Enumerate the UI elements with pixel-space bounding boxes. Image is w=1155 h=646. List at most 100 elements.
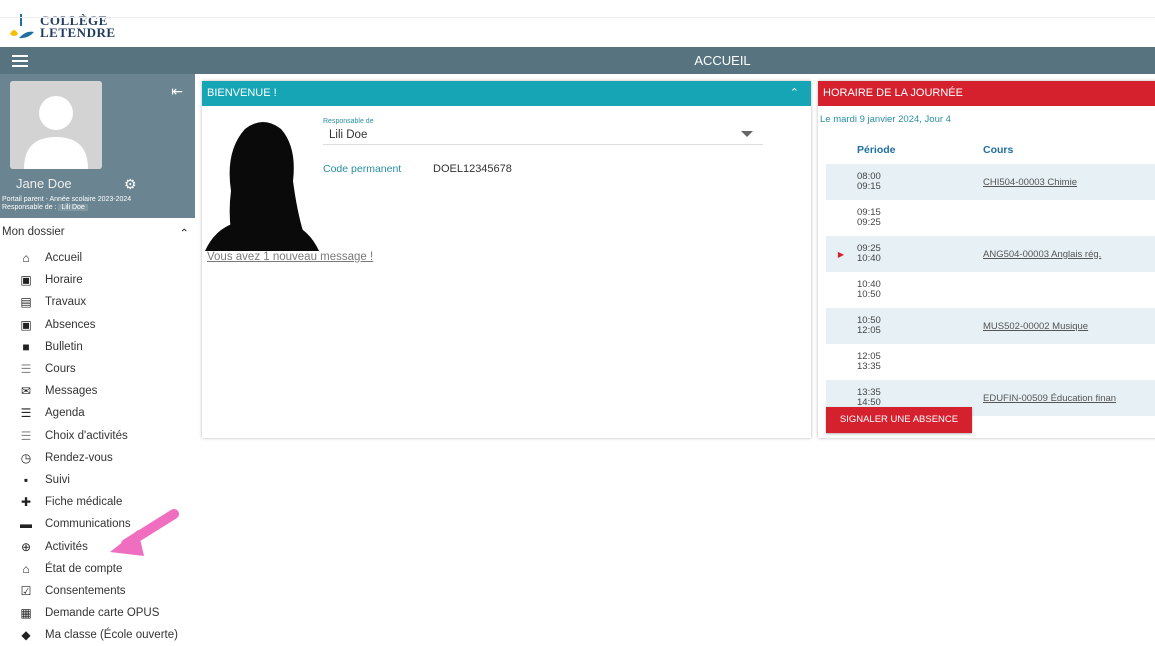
welcome-panel: BIENVENUE ! ⌃ Vous avez 1 nouveau messag…	[202, 81, 811, 438]
schedule-row: 09:15 09:25	[826, 200, 1155, 236]
sidebar-item-label: Demande carte OPUS	[45, 607, 160, 620]
sidebar-item-consentements[interactable]: ☑ Consentements	[0, 580, 195, 602]
course-link[interactable]: MUS502-00002 Musique	[983, 321, 1088, 332]
course-cell: CHI504-00003 Chimie	[982, 164, 1155, 200]
row-marker	[826, 308, 856, 344]
section-mon-dossier[interactable]: Mon dossier ⌃	[0, 226, 195, 240]
code-permanent-label: Code permanent	[323, 163, 402, 175]
basketball-icon: ⊕	[20, 539, 32, 554]
profile-name: Jane Doe	[16, 176, 72, 191]
sidebar-item-label: Fiche médicale	[45, 496, 123, 509]
sidebar-item-accueil[interactable]: ⌂ Accueil	[0, 247, 195, 269]
period-end: 09:25	[857, 217, 881, 228]
course-link[interactable]: EDUFIN-00509 Éducation finan	[983, 393, 1116, 404]
home-icon: ⌂	[22, 251, 30, 266]
sidebar-item-demande-carte-opus[interactable]: ▦ Demande carte OPUS	[0, 602, 195, 624]
schedule-row: 08:00 09:15 CHI504-00003 Chimie	[826, 164, 1155, 200]
responsable-label: Responsable de :	[2, 204, 57, 211]
sidebar-item-label: Absences	[45, 318, 96, 331]
report-icon: ■	[22, 339, 30, 354]
schedule-row: 12:05 13:35	[826, 344, 1155, 380]
course-cell	[982, 200, 1155, 236]
profile-subtitle: Portail parent - Année scolaire 2023-202…	[2, 196, 131, 212]
course-link[interactable]: CHI504-00003 Chimie	[983, 177, 1077, 188]
period-time: 09:15 09:25	[856, 200, 982, 236]
sidebar-item-choix-activites[interactable]: ☰ Choix d'activités	[0, 425, 195, 447]
report-absence-button[interactable]: SIGNALER UNE ABSENCE	[826, 407, 972, 433]
page-title: ACCUEIL	[694, 53, 751, 68]
row-marker	[826, 272, 856, 308]
logo-line2: LETENDRE	[40, 25, 116, 40]
dropdown-caret-icon	[741, 131, 753, 137]
sidebar-nav: ⌂ Accueil ▣ Horaire ▤ Travaux ▣ Absences ■ Bu…	[0, 247, 195, 646]
current-period-marker-icon: ▶	[826, 236, 856, 272]
sidebar-item-horaire[interactable]: ▣ Horaire	[0, 269, 195, 291]
responsable-value[interactable]: Lili Doe	[58, 204, 88, 211]
list-icon: ☰	[20, 362, 32, 377]
calendar-icon: ▣	[20, 273, 32, 288]
welcome-panel-header[interactable]: BIENVENUE ! ⌃	[202, 81, 811, 106]
period-end: 10:40	[857, 253, 881, 264]
sidebar-item-label: Horaire	[45, 274, 83, 287]
period-time: 09:25 10:40	[856, 236, 982, 272]
student-photo	[205, 111, 319, 251]
period-end: 13:35	[857, 361, 881, 372]
clock-icon: ◷	[20, 450, 32, 465]
sidebar-item-label: Agenda	[45, 407, 85, 420]
sidebar-item-bulletin[interactable]: ■ Bulletin	[0, 336, 195, 358]
sidebar-item-label: Accueil	[45, 252, 83, 265]
sidebar-item-rendez-vous[interactable]: ◷ Rendez-vous	[0, 447, 195, 469]
schedule-row: 10:40 10:50	[826, 272, 1155, 308]
row-marker	[826, 344, 856, 380]
collapse-sidebar-icon[interactable]: ⇤	[171, 83, 183, 100]
sidebar-item-agenda[interactable]: ☰ Agenda	[0, 402, 195, 424]
medical-icon: ✚	[20, 495, 32, 510]
agenda-icon: ☰	[20, 406, 32, 421]
period-time: 10:40 10:50	[856, 272, 982, 308]
course-cell: ANG504-00003 Anglais rég.	[982, 236, 1155, 272]
sidebar-item-travaux[interactable]: ▤ Travaux	[0, 291, 195, 313]
bank-icon: ⌂	[22, 561, 30, 576]
sidebar-item-label: Activités	[45, 540, 88, 553]
sidebar-item-messages[interactable]: ✉ Messages	[0, 380, 195, 402]
avatar	[10, 81, 102, 169]
sidebar-item-etat-de-compte[interactable]: ⌂ État de compte	[0, 558, 195, 580]
sidebar-item-label: Consentements	[45, 584, 126, 597]
header-period: Période	[857, 144, 896, 156]
annotation-arrow-icon	[110, 509, 179, 556]
chevron-up-icon[interactable]: ⌃	[790, 81, 799, 106]
sidebar-item-label: État de compte	[45, 562, 123, 575]
mail-icon: ✉	[20, 384, 32, 399]
schedule-panel: HORAIRE DE LA JOURNÉE Le mardi 9 janvier…	[818, 81, 1155, 438]
gear-icon[interactable]: ⚙	[124, 176, 137, 193]
period-end: 09:15	[857, 181, 881, 192]
code-permanent-value: DOEL12345678	[433, 163, 512, 175]
schedule-row: 10:50 12:05 MUS502-00002 Musique	[826, 308, 1155, 344]
sidebar-item-suivi[interactable]: ▪ Suivi	[0, 469, 195, 491]
welcome-title: BIENVENUE !	[207, 87, 277, 99]
sidebar-item-ma-classe[interactable]: ◆ Ma classe (École ouverte)	[0, 624, 195, 646]
header-marker	[826, 136, 856, 164]
choice-list-icon: ☰	[20, 428, 32, 443]
profile-card: ⇤ Jane Doe ⚙ Portail parent - Année scol…	[0, 74, 195, 218]
portal-year: Portail parent - Année scolaire 2023-202…	[2, 196, 132, 203]
course-link[interactable]: ANG504-00003 Anglais rég.	[983, 249, 1101, 260]
top-bar: ACCUEIL	[0, 47, 1155, 74]
course-cell	[982, 272, 1155, 308]
new-message-link[interactable]: Vous avez 1 nouveau message !	[207, 251, 373, 263]
row-marker	[826, 200, 856, 236]
course-cell: EDUFIN-00509 Éducation finan	[982, 380, 1155, 416]
graduation-cap-icon: ◆	[21, 628, 31, 643]
sidebar-item-cours[interactable]: ☰ Cours	[0, 358, 195, 380]
period-end: 10:50	[857, 289, 881, 300]
chat-icon: ▪	[23, 472, 29, 487]
bus-icon: ▦	[20, 606, 32, 621]
section-title: Mon dossier	[2, 226, 65, 238]
schedule-table: Période Cours 08:00 09:15 CHI504-00003 Ch…	[826, 136, 1155, 416]
responsable-select[interactable]: Lili Doe	[323, 129, 763, 145]
sidebar-item-absences[interactable]: ▣ Absences	[0, 314, 195, 336]
folder-icon: ▬	[20, 517, 32, 532]
course-cell	[982, 344, 1155, 380]
clipboard-icon: ▤	[20, 295, 32, 310]
schedule-panel-header: HORAIRE DE LA JOURNÉE	[818, 81, 1155, 106]
